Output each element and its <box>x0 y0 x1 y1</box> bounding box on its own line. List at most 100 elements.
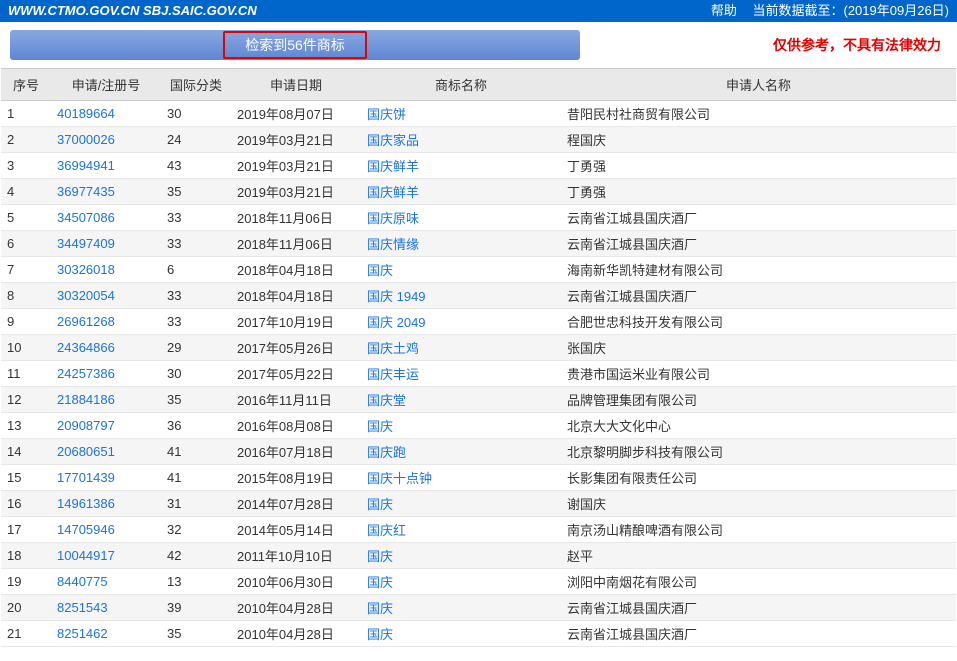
cell-name: 国庆 <box>361 621 561 647</box>
cell-seq: 6 <box>1 231 51 257</box>
cell-class: 33 <box>161 309 231 335</box>
reg-link[interactable]: 20680651 <box>57 444 115 459</box>
cell-applicant: 昔阳民村社商贸有限公司 <box>561 101 956 127</box>
reg-link[interactable]: 17701439 <box>57 470 115 485</box>
cell-seq: 12 <box>1 387 51 413</box>
name-link[interactable]: 国庆十点钟 <box>367 471 432 486</box>
name-link[interactable]: 国庆土鸡 <box>367 341 419 356</box>
cell-seq: 4 <box>1 179 51 205</box>
cell-name: 国庆 2049 <box>361 309 561 335</box>
reg-link[interactable]: 30320054 <box>57 288 115 303</box>
cell-name: 国庆原味 <box>361 205 561 231</box>
cell-class: 29 <box>161 335 231 361</box>
reg-link[interactable]: 8251462 <box>57 626 108 641</box>
name-link[interactable]: 国庆家品 <box>367 133 419 148</box>
table-row: 198440775132010年06月30日国庆浏阳中南烟花有限公司 <box>1 569 956 595</box>
cell-seq: 13 <box>1 413 51 439</box>
reg-link[interactable]: 37000026 <box>57 132 115 147</box>
table-row: 1124257386302017年05月22日国庆丰运贵港市国运米业有限公司 <box>1 361 956 387</box>
col-header-reg: 申请/注册号 <box>51 69 161 101</box>
table-row: 1614961386312014年07月28日国庆谢国庆 <box>1 491 956 517</box>
name-link[interactable]: 国庆跑 <box>367 445 406 460</box>
name-link[interactable]: 国庆鲜羊 <box>367 185 419 200</box>
cell-reg: 14705946 <box>51 517 161 543</box>
cell-applicant: 云南省江城县国庆酒厂 <box>561 595 956 621</box>
name-link[interactable]: 国庆 <box>367 263 393 278</box>
table-row: 140189664302019年08月07日国庆饼昔阳民村社商贸有限公司 <box>1 101 956 127</box>
table-row: 1810044917422011年10月10日国庆赵平 <box>1 543 956 569</box>
cell-seq: 7 <box>1 257 51 283</box>
reg-link[interactable]: 24257386 <box>57 366 115 381</box>
cell-seq: 9 <box>1 309 51 335</box>
name-link[interactable]: 国庆 <box>367 497 393 512</box>
reg-link[interactable]: 20908797 <box>57 418 115 433</box>
reg-link[interactable]: 8251543 <box>57 600 108 615</box>
cell-class: 30 <box>161 361 231 387</box>
cell-date: 2018年04月18日 <box>231 257 361 283</box>
reg-link[interactable]: 14961386 <box>57 496 115 511</box>
name-link[interactable]: 国庆 <box>367 575 393 590</box>
cell-applicant: 赵平 <box>561 543 956 569</box>
cell-seq: 5 <box>1 205 51 231</box>
table-row: 208251543392010年04月28日国庆云南省江城县国庆酒厂 <box>1 595 956 621</box>
reg-link[interactable]: 14705946 <box>57 522 115 537</box>
results-table: 序号 申请/注册号 国际分类 申请日期 商标名称 申请人名称 140189664… <box>1 68 956 647</box>
cell-class: 31 <box>161 491 231 517</box>
reg-link[interactable]: 10044917 <box>57 548 115 563</box>
cell-name: 国庆土鸡 <box>361 335 561 361</box>
cell-date: 2016年07月18日 <box>231 439 361 465</box>
cell-date: 2014年05月14日 <box>231 517 361 543</box>
name-link[interactable]: 国庆原味 <box>367 211 419 226</box>
name-link[interactable]: 国庆 1949 <box>367 289 426 304</box>
cell-reg: 36994941 <box>51 153 161 179</box>
name-link[interactable]: 国庆 <box>367 627 393 642</box>
table-row: 1420680651412016年07月18日国庆跑北京黎明脚步科技有限公司 <box>1 439 956 465</box>
site-urls: WWW.CTMO.GOV.CN SBJ.SAIC.GOV.CN <box>8 0 257 22</box>
reg-link[interactable]: 34507086 <box>57 210 115 225</box>
reg-link[interactable]: 8440775 <box>57 574 108 589</box>
reg-link[interactable]: 26961268 <box>57 314 115 329</box>
cell-date: 2016年08月08日 <box>231 413 361 439</box>
cell-name: 国庆 <box>361 595 561 621</box>
data-date: 当前数据截至：(2019年09月26日) <box>753 3 950 18</box>
table-row: 1517701439412015年08月19日国庆十点钟长影集团有限责任公司 <box>1 465 956 491</box>
cell-seq: 3 <box>1 153 51 179</box>
top-bar-right: 帮助 当前数据截至：(2019年09月26日) <box>711 0 949 22</box>
cell-reg: 37000026 <box>51 127 161 153</box>
help-link[interactable]: 帮助 <box>711 3 737 18</box>
cell-applicant: 谢国庆 <box>561 491 956 517</box>
sub-bar: 检索到56件商标 仅供参考，不具有法律效力 <box>10 30 947 60</box>
name-link[interactable]: 国庆 <box>367 601 393 616</box>
reg-link[interactable]: 36977435 <box>57 184 115 199</box>
name-link[interactable]: 国庆 <box>367 419 393 434</box>
table-row: 436977435352019年03月21日国庆鲜羊丁勇强 <box>1 179 956 205</box>
cell-applicant: 丁勇强 <box>561 153 956 179</box>
name-link[interactable]: 国庆鲜羊 <box>367 159 419 174</box>
reg-link[interactable]: 36994941 <box>57 158 115 173</box>
reg-link[interactable]: 24364866 <box>57 340 115 355</box>
name-link[interactable]: 国庆丰运 <box>367 367 419 382</box>
cell-applicant: 云南省江城县国庆酒厂 <box>561 205 956 231</box>
reg-link[interactable]: 34497409 <box>57 236 115 251</box>
name-link[interactable]: 国庆 2049 <box>367 315 426 330</box>
name-link[interactable]: 国庆饼 <box>367 107 406 122</box>
cell-class: 36 <box>161 413 231 439</box>
table-row: 634497409332018年11月06日国庆情缘云南省江城县国庆酒厂 <box>1 231 956 257</box>
cell-reg: 30320054 <box>51 283 161 309</box>
cell-name: 国庆 <box>361 569 561 595</box>
name-link[interactable]: 国庆 <box>367 549 393 564</box>
cell-date: 2019年08月07日 <box>231 101 361 127</box>
name-link[interactable]: 国庆红 <box>367 523 406 538</box>
cell-seq: 1 <box>1 101 51 127</box>
cell-applicant: 丁勇强 <box>561 179 956 205</box>
cell-date: 2010年04月28日 <box>231 595 361 621</box>
reg-link[interactable]: 30326018 <box>57 262 115 277</box>
name-link[interactable]: 国庆情缘 <box>367 237 419 252</box>
cell-applicant: 北京大大文化中心 <box>561 413 956 439</box>
reg-link[interactable]: 21884186 <box>57 392 115 407</box>
reg-link[interactable]: 40189664 <box>57 106 115 121</box>
table-row: 534507086332018年11月06日国庆原味云南省江城县国庆酒厂 <box>1 205 956 231</box>
cell-date: 2017年05月26日 <box>231 335 361 361</box>
table-row: 926961268332017年10月19日国庆 2049合肥世忠科技开发有限公… <box>1 309 956 335</box>
name-link[interactable]: 国庆堂 <box>367 393 406 408</box>
